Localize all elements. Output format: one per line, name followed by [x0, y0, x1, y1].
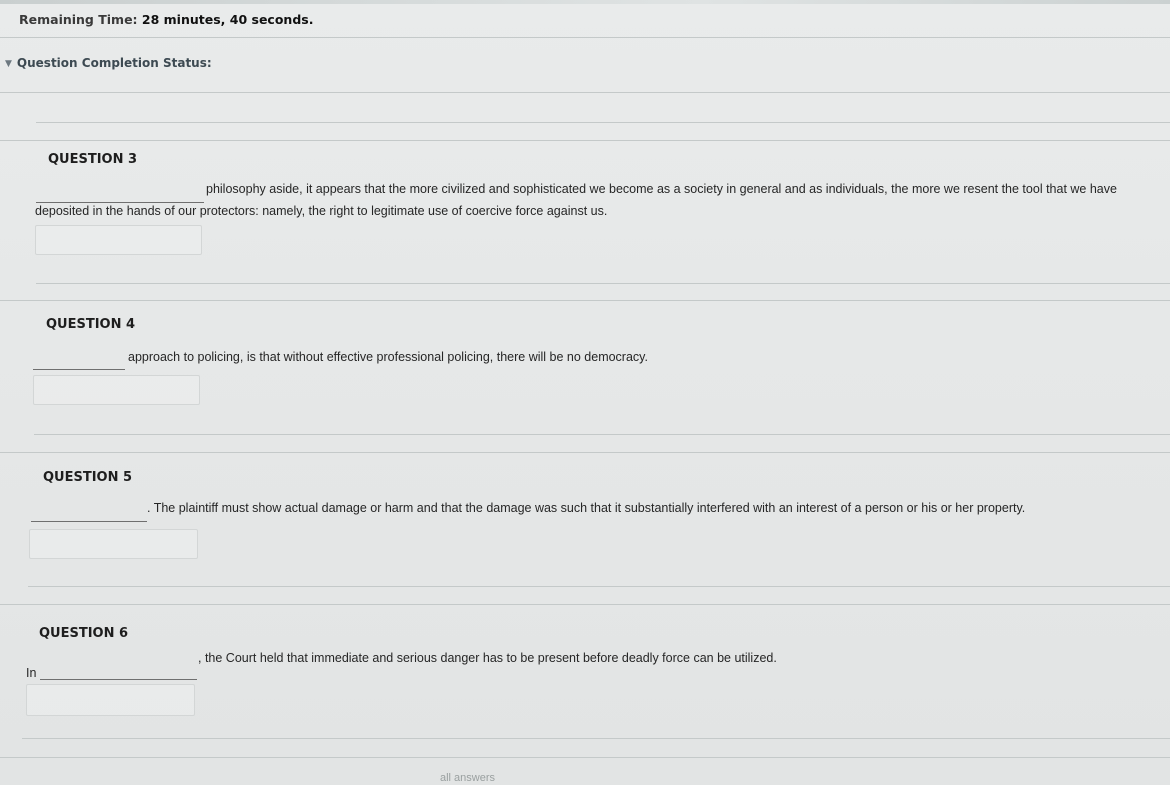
- question-3-title: QUESTION 3: [48, 152, 138, 167]
- question-5-answer-input[interactable]: [30, 530, 197, 558]
- question-3-answer-input[interactable]: [36, 226, 201, 254]
- question-4-answer-box: [33, 375, 200, 405]
- question-6-answer-box: [26, 684, 195, 716]
- divider: [0, 92, 1170, 93]
- question-6-blank: [40, 679, 197, 680]
- divider: [0, 37, 1170, 38]
- question-4-text: approach to policing, is that without ef…: [128, 350, 648, 364]
- divider: [0, 452, 1170, 453]
- divider: [34, 434, 1170, 435]
- divider: [0, 757, 1170, 758]
- question-3-text-line2: deposited in the hands of our protectors…: [35, 204, 608, 218]
- question-5-title: QUESTION 5: [43, 470, 133, 485]
- question-completion-status-toggle[interactable]: ▼ Question Completion Status:: [5, 56, 212, 70]
- question-6-prefix: In: [26, 666, 37, 680]
- divider: [0, 604, 1170, 605]
- remaining-time-value: 28 minutes, 40 seconds.: [141, 12, 314, 27]
- top-accent-bar: [0, 0, 1170, 4]
- divider: [22, 738, 1170, 739]
- question-6-title: QUESTION 6: [39, 626, 129, 641]
- question-5-answer-box: [29, 529, 198, 559]
- question-6-answer-input[interactable]: [27, 685, 194, 715]
- remaining-time-label: Remaining Time:: [19, 12, 138, 27]
- question-4-answer-input[interactable]: [34, 376, 199, 404]
- footer-partial-text: all answers: [440, 772, 496, 784]
- question-4-blank: [33, 369, 125, 370]
- divider: [36, 283, 1170, 284]
- divider: [0, 300, 1170, 301]
- question-3-answer-box: [35, 225, 202, 255]
- question-6-text: , the Court held that immediate and seri…: [198, 651, 777, 665]
- chevron-down-icon: ▼: [5, 59, 12, 69]
- divider: [36, 122, 1170, 123]
- question-3-blank: [36, 202, 204, 203]
- question-5-blank: [31, 521, 147, 522]
- question-3-text-line1: philosophy aside, it appears that the mo…: [206, 182, 1117, 196]
- question-4-title: QUESTION 4: [46, 317, 136, 332]
- remaining-time: Remaining Time: 28 minutes, 40 seconds.: [19, 12, 313, 27]
- question-5-text: . The plaintiff must show actual damage …: [147, 501, 1026, 515]
- divider: [0, 140, 1170, 141]
- divider: [28, 586, 1170, 587]
- question-completion-status-label: Question Completion Status:: [16, 56, 212, 70]
